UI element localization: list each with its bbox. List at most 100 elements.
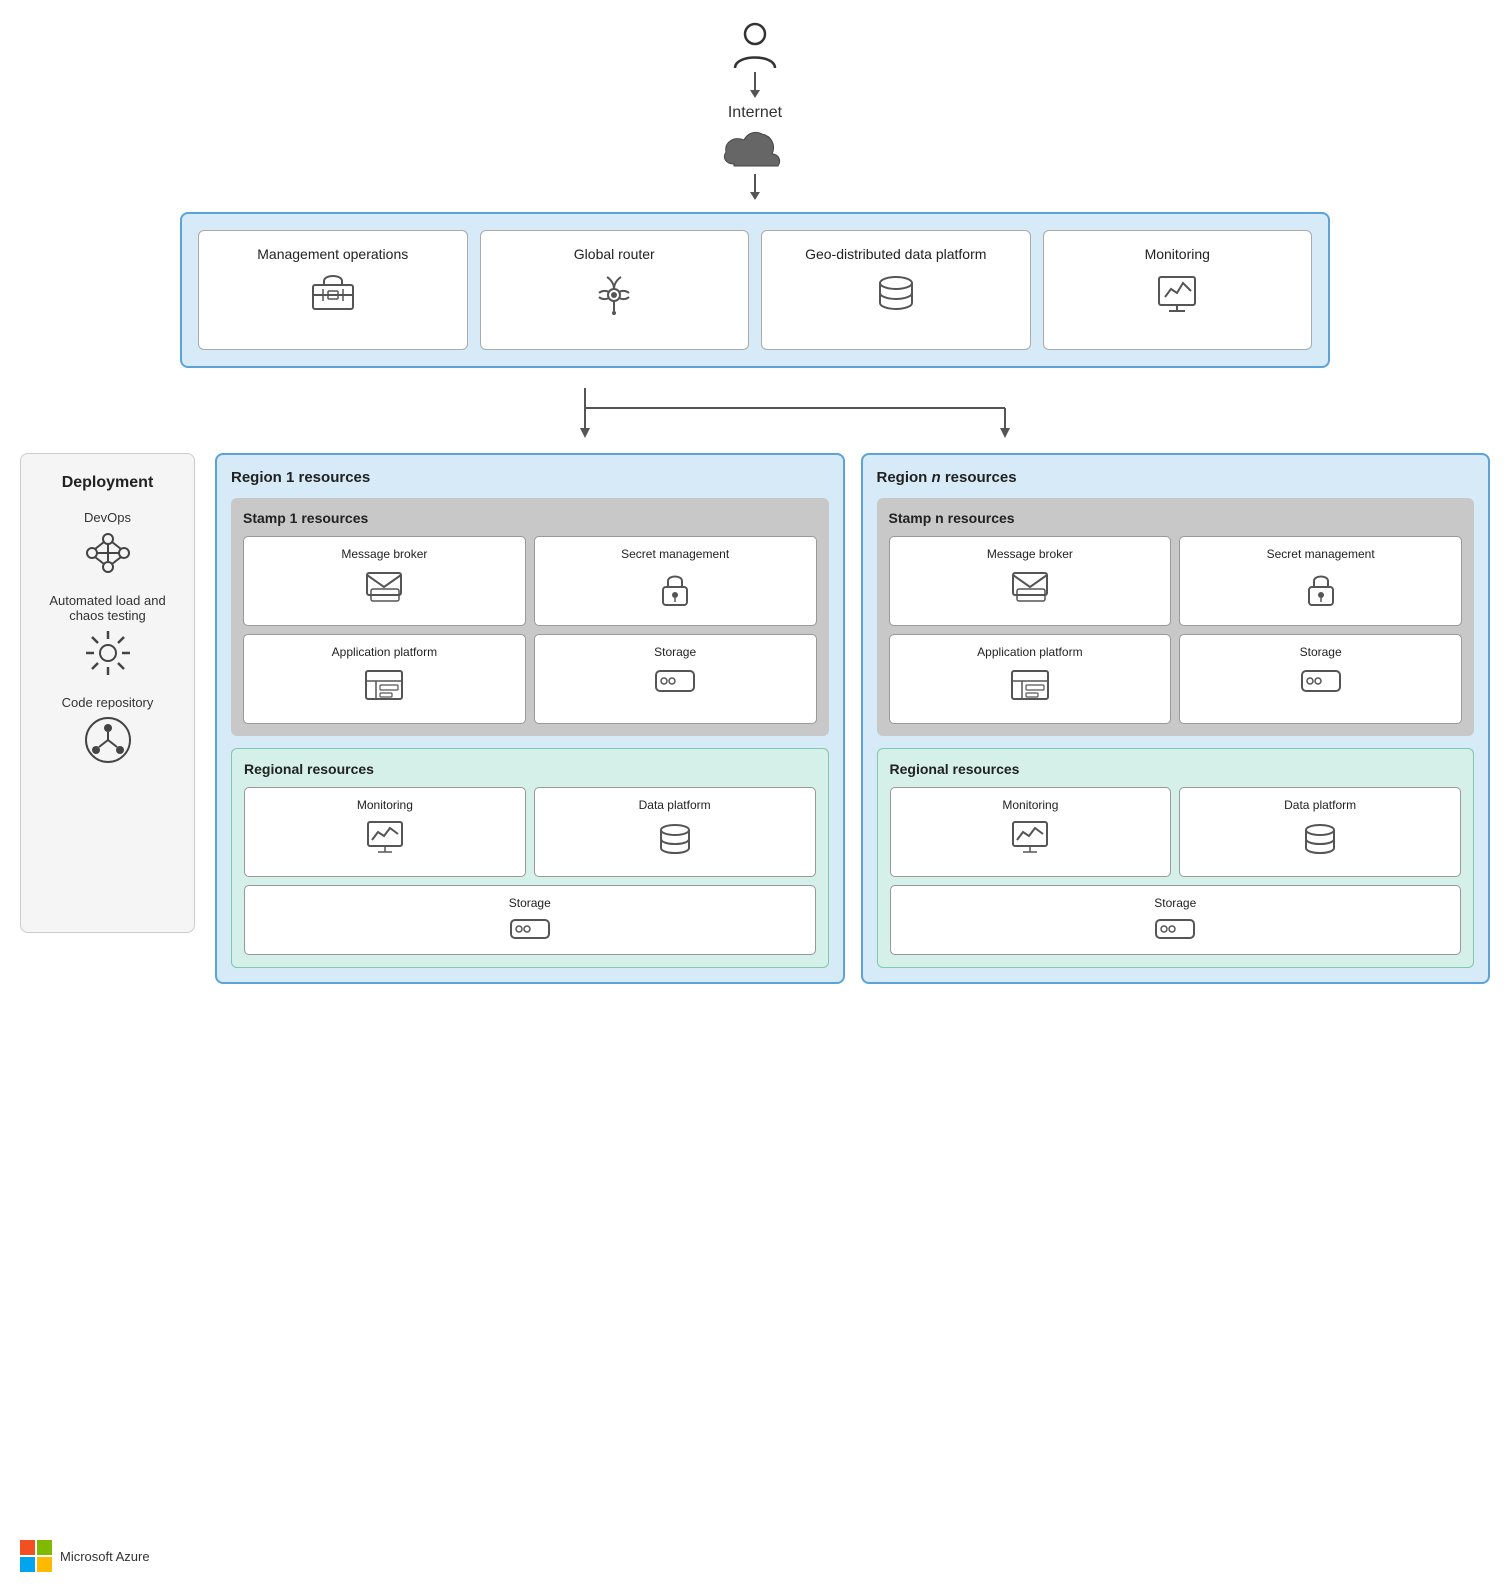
regional-monitoring-1-label: Monitoring [357,798,413,814]
storage-icon-rn [1154,918,1196,940]
arrow-internet [749,72,761,100]
monitoring-box: Monitoring [1043,230,1313,350]
chaos-testing-item: Automated load and chaos testing [37,593,178,679]
regional-data-platform-n-label: Data platform [1284,798,1356,814]
page-container: Internet Management operations [0,0,1510,1592]
regional-grid-1: Monitoring Data platform [244,787,816,877]
internet-section: Internet [20,20,1490,202]
global-router-label: Global router [574,245,655,263]
devops-item: DevOps [82,510,134,577]
secret-management-1-label: Secret management [621,547,729,563]
regional-resources-1-title: Regional resources [244,761,816,777]
azure-logo [20,1540,52,1572]
storage-n: Storage [1179,634,1462,724]
management-operations-box: Management operations [198,230,468,350]
app-platform-1-label: Application platform [332,645,437,661]
geo-data-platform-box: Geo-distributed data platform [761,230,1031,350]
monitoring-icon-r1 [366,820,404,854]
envelope-icon-n [1011,569,1049,603]
regional-storage-1-label: Storage [509,896,551,912]
git-icon [82,714,134,766]
regional-storage-n-label: Storage [1154,896,1196,912]
monitoring-label: Monitoring [1145,245,1210,263]
regional-resources-n: Regional resources Monitoring [877,748,1475,968]
azure-square-yellow [37,1557,52,1572]
person-icon [729,20,781,72]
secret-management-n: Secret management [1179,536,1462,626]
main-content: Deployment DevOps A [20,453,1490,984]
devops-label: DevOps [84,510,131,525]
devops-icon [82,529,134,577]
chaos-testing-label: Automated load and chaos testing [37,593,178,623]
region-n-box: Region n resources Stamp n resources Mes… [861,453,1491,984]
azure-square-red [20,1540,35,1555]
management-operations-label: Management operations [257,245,408,263]
secret-management-1: Secret management [534,536,817,626]
toolbox-icon [308,271,358,311]
regions-container: Region 1 resources Stamp 1 resources Mes… [215,453,1490,984]
gear-icon [82,627,134,679]
azure-badge: Microsoft Azure [20,1540,150,1572]
code-repository-label: Code repository [62,695,154,710]
router-icon [589,271,639,315]
regional-storage-1: Storage [244,885,816,955]
storage-icon-r1 [509,918,551,940]
region-n-title: Region n resources [877,469,1475,486]
azure-label: Microsoft Azure [60,1549,150,1564]
storage-1: Storage [534,634,817,724]
storage-icon-1 [654,667,696,695]
message-broker-n: Message broker [889,536,1172,626]
regional-data-platform-1-label: Data platform [639,798,711,814]
region-1-title: Region 1 resources [231,469,829,486]
code-repository-item: Code repository [62,695,154,766]
regional-storage-n: Storage [890,885,1462,955]
arrow-cloud [749,174,761,202]
stamp-1-title: Stamp 1 resources [243,510,817,526]
database-icon-rn [1301,820,1339,858]
stamp-n-grid: Message broker Secret management [889,536,1463,724]
stamp-n-title: Stamp n resources [889,510,1463,526]
azure-square-blue [20,1557,35,1572]
storage-icon-n [1300,667,1342,695]
cloud-icon [720,126,790,174]
stamp-n-box: Stamp n resources Message broker [877,498,1475,736]
monitoring-icon-rn [1011,820,1049,854]
storage-1-label: Storage [654,645,696,661]
geo-data-platform-label: Geo-distributed data platform [805,245,986,263]
regional-grid-n: Monitoring Data platform [890,787,1462,877]
app-platform-1: Application platform [243,634,526,724]
envelope-icon-1 [365,569,403,603]
internet-label: Internet [728,104,782,122]
regional-monitoring-n-label: Monitoring [1002,798,1058,814]
deployment-sidebar: Deployment DevOps A [20,453,195,933]
lock-icon-n [1304,569,1338,609]
secret-management-n-label: Secret management [1267,547,1375,563]
regional-data-platform-n: Data platform [1179,787,1461,877]
global-tier: Management operations Global router [180,212,1330,368]
regional-monitoring-n: Monitoring [890,787,1172,877]
message-broker-1: Message broker [243,536,526,626]
app-platform-n: Application platform [889,634,1172,724]
regional-resources-1: Regional resources Monitoring [231,748,829,968]
regional-monitoring-1: Monitoring [244,787,526,877]
appplatform-icon-1 [364,667,404,703]
message-broker-1-label: Message broker [341,547,427,563]
global-router-box: Global router [480,230,750,350]
database-icon-r1 [656,820,694,858]
region-1-box: Region 1 resources Stamp 1 resources Mes… [215,453,845,984]
message-broker-n-label: Message broker [987,547,1073,563]
appplatform-icon-n [1010,667,1050,703]
connector-row [20,388,1490,443]
stamp-1-grid: Message broker Secret management [243,536,817,724]
stamp-1-box: Stamp 1 resources Message broker [231,498,829,736]
storage-n-label: Storage [1300,645,1342,661]
geo-database-icon [874,271,918,315]
deployment-title: Deployment [62,474,154,492]
connector-svg [305,388,1205,443]
regional-resources-n-title: Regional resources [890,761,1462,777]
lock-icon-1 [658,569,692,609]
regional-data-platform-1: Data platform [534,787,816,877]
azure-square-green [37,1540,52,1555]
app-platform-n-label: Application platform [977,645,1082,661]
monitoring-icon [1155,271,1199,315]
